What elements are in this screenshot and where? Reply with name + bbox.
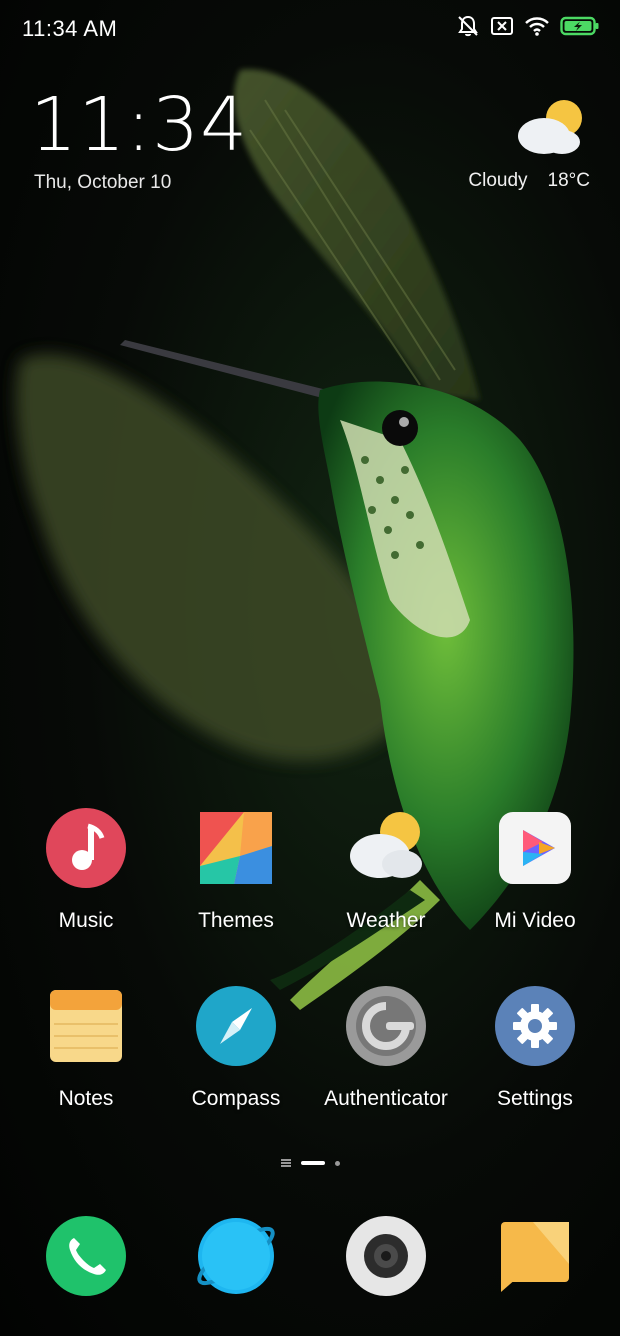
- page-dot-active[interactable]: [300, 1161, 325, 1165]
- battery-charging-icon: [560, 16, 599, 36]
- wifi-icon: [525, 17, 549, 36]
- camera-icon: [346, 1216, 426, 1296]
- app-notes[interactable]: Notes: [11, 984, 161, 1111]
- app-label: Weather: [346, 909, 426, 932]
- app-authenticator[interactable]: Authenticator: [311, 984, 461, 1111]
- authenticator-icon: [346, 986, 426, 1066]
- app-label: Themes: [198, 909, 274, 932]
- weather-temperature: 18°C: [547, 170, 590, 191]
- sim-blocked-icon: [491, 17, 513, 35]
- app-settings[interactable]: Settings: [460, 984, 610, 1111]
- overview-menu-icon[interactable]: [280, 1159, 291, 1167]
- dock-app-camera[interactable]: [311, 1214, 461, 1303]
- clock-widget-date[interactable]: Thu, October 10: [34, 172, 171, 194]
- settings-icon: [495, 986, 575, 1066]
- page-dot[interactable]: [334, 1160, 340, 1166]
- status-bar: 11:34 AM: [0, 0, 620, 56]
- app-label: Notes: [58, 1087, 114, 1110]
- notes-icon: [50, 990, 122, 1062]
- app-themes[interactable]: Themes: [161, 806, 311, 933]
- app-label: Authenticator: [324, 1087, 448, 1110]
- app-label: Settings: [497, 1087, 573, 1110]
- app-music[interactable]: Music: [11, 806, 161, 933]
- notifications-off-icon: [458, 15, 478, 37]
- themes-icon: [200, 812, 272, 884]
- phone-icon: [46, 1216, 126, 1296]
- app-label: Mi Video: [494, 909, 576, 932]
- status-icons: [456, 14, 600, 38]
- page-indicator[interactable]: [0, 1156, 620, 1170]
- dock-app-messaging[interactable]: [460, 1214, 610, 1303]
- status-time: 11:34 AM: [22, 16, 118, 41]
- weather-widget[interactable]: Cloudy 18°C: [450, 96, 590, 196]
- browser-icon: [197, 1218, 275, 1294]
- messaging-icon: [501, 1222, 569, 1292]
- partly-cloudy-icon: [518, 100, 582, 154]
- clock-widget-time[interactable]: 11:34: [30, 88, 248, 162]
- app-compass[interactable]: Compass: [161, 984, 311, 1111]
- music-icon: [46, 808, 126, 888]
- dock: [0, 1214, 620, 1304]
- mi-video-icon: [499, 812, 571, 884]
- compass-icon: [196, 986, 276, 1066]
- weather-condition: Cloudy: [468, 170, 528, 191]
- dock-app-browser[interactable]: [161, 1214, 311, 1303]
- weather-summary: Cloudy 18°C: [468, 170, 590, 192]
- dock-app-phone[interactable]: [11, 1214, 161, 1303]
- app-mi-video[interactable]: Mi Video: [460, 806, 610, 933]
- wallpaper-hummingbird: [16, 69, 574, 1010]
- app-weather[interactable]: Weather: [311, 806, 461, 933]
- app-label: Compass: [191, 1087, 281, 1110]
- weather-icon: [350, 812, 422, 878]
- app-label: Music: [58, 909, 114, 932]
